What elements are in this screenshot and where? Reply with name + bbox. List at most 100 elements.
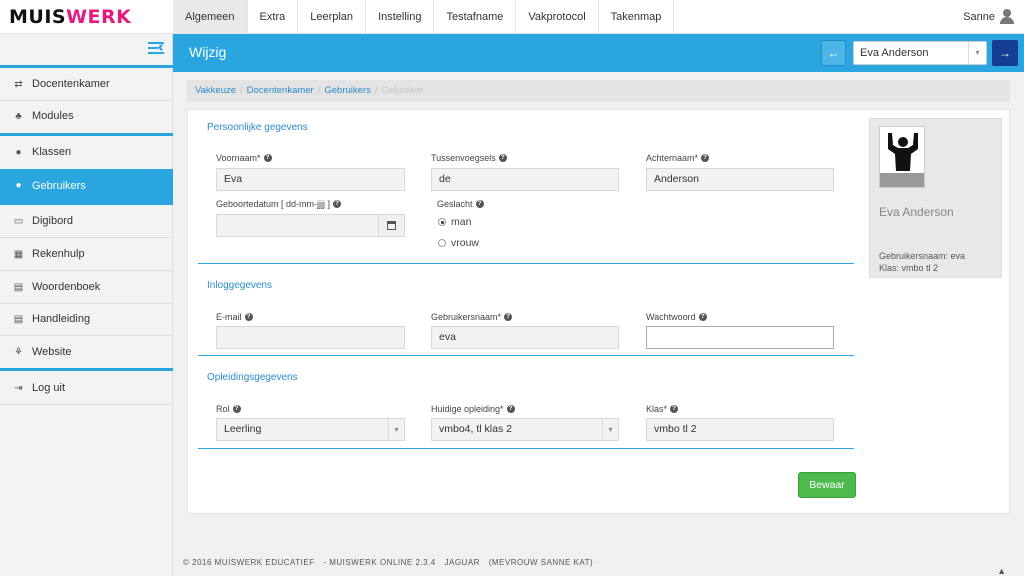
klas-field[interactable]: vmbo tl 2 <box>646 418 834 441</box>
sidebar-item-docentenkamer[interactable]: ⇄ Docentenkamer <box>0 68 173 100</box>
muiswerk-logo[interactable]: MUISWERK <box>9 6 131 28</box>
previous-user-button[interactable]: ← <box>821 40 846 66</box>
section-title-education: Opleidingsgegevens <box>207 372 298 383</box>
avatar <box>879 126 925 188</box>
logout-icon: ⇥ <box>14 382 23 394</box>
footer-release: JAGUAR <box>444 558 480 567</box>
transfer-icon: ⇄ <box>14 78 23 90</box>
user-select-value: Eva Anderson <box>860 47 929 59</box>
tab-leerplan[interactable]: Leerplan <box>298 0 367 34</box>
achternaam-label: Achternaam*? <box>646 153 710 163</box>
monitor-icon: ▭ <box>13 215 24 227</box>
tab-takenmap[interactable]: Takenmap <box>599 0 675 34</box>
rol-label: Rol? <box>216 404 241 414</box>
section-divider <box>198 263 854 264</box>
help-icon: ? <box>244 313 253 321</box>
profile-username: Gebruikersnaam: eva <box>879 251 966 261</box>
section-divider <box>198 448 854 449</box>
chevron-down-icon: ▾ <box>968 42 986 64</box>
breadcrumb-docentenkamer[interactable]: Docentenkamer <box>247 85 314 96</box>
radio-selected-icon <box>438 218 446 226</box>
footer-version: - MUISWERK ONLINE 2.3.4 <box>323 558 436 567</box>
tab-algemeen[interactable]: Algemeen <box>173 0 248 34</box>
sidebar-item-rekenhulp[interactable]: ▦ Rekenhulp <box>0 238 173 270</box>
sidebar-item-website[interactable]: ⚘ Website <box>0 336 173 368</box>
group-icon: ● <box>15 146 22 158</box>
wachtwoord-label: Wachtwoord? <box>646 312 707 322</box>
email-field[interactable] <box>216 326 405 349</box>
voornaam-field[interactable]: Eva <box>216 168 405 191</box>
achternaam-field[interactable]: Anderson <box>646 168 834 191</box>
sidebar-item-log-uit[interactable]: ⇥ Log uit <box>0 372 173 404</box>
user-name: Sanne <box>963 10 995 23</box>
geslacht-label: Geslacht? <box>437 199 484 209</box>
breadcrumb-gebruikers[interactable]: Gebruikers <box>324 85 370 96</box>
rol-select[interactable]: Leerling ▾ <box>216 418 405 441</box>
help-icon: ? <box>506 405 515 413</box>
user-icon: ● <box>15 180 22 191</box>
save-button[interactable]: Bewaar <box>798 472 856 498</box>
tussenvoegsels-field[interactable]: de <box>431 168 619 191</box>
footer-user: (MEVROUW SANNE KAT) <box>488 558 594 567</box>
top-navigation: Algemeen Extra Leerplan Instelling Testa… <box>173 0 675 34</box>
profile-card: Eva Anderson Gebruikersnaam: eva Klas: v… <box>869 118 1002 278</box>
top-bar: MUISWERK Algemeen Extra Leerplan Instell… <box>0 0 1024 34</box>
email-label: E-mail? <box>216 312 253 322</box>
user-icon <box>1000 9 1014 24</box>
section-divider <box>198 355 854 356</box>
help-icon: ? <box>504 313 513 321</box>
arrow-right-icon: → <box>999 46 1011 60</box>
klas-label: Klas*? <box>646 404 679 414</box>
book-icon: ▤ <box>13 281 24 293</box>
help-icon: ? <box>701 154 710 162</box>
tab-instelling[interactable]: Instelling <box>366 0 435 34</box>
tab-testafname[interactable]: Testafname <box>434 0 517 34</box>
sidebar-item-klassen[interactable]: ● Klassen <box>0 136 173 168</box>
bodybuilder-icon <box>880 127 924 187</box>
gebruikersnaam-label: Gebruikersnaam*? <box>431 312 513 322</box>
geboortedatum-field[interactable] <box>216 214 405 237</box>
radio-man[interactable]: man <box>438 216 471 228</box>
breadcrumb-vakkeuze[interactable]: Vakkeuze <box>195 85 236 96</box>
sitemap-icon: ⚘ <box>14 346 23 358</box>
sidebar-item-modules[interactable]: ♣ Modules <box>0 100 173 132</box>
sidebar-item-gebruikers[interactable]: ● Gebruikers <box>0 169 173 202</box>
arrow-left-icon: ← <box>827 46 840 60</box>
help-icon: ? <box>698 313 707 321</box>
section-title-personal: Persoonlijke gegevens <box>207 122 308 133</box>
next-user-button[interactable]: → <box>992 40 1018 66</box>
calendar-icon[interactable] <box>378 215 404 236</box>
sidebar-item-woordenboek[interactable]: ▤ Woordenboek <box>0 271 173 303</box>
radio-vrouw[interactable]: vrouw <box>438 237 479 249</box>
opleiding-label: Huidige opleiding*? <box>431 404 515 414</box>
sidebar-item-digibord[interactable]: ▭ Digibord <box>0 205 173 237</box>
user-select[interactable]: Eva Anderson ▾ <box>853 41 987 65</box>
help-icon: ? <box>333 200 342 208</box>
profile-name: Eva Anderson <box>879 205 954 219</box>
scroll-top-icon[interactable]: ▲ <box>997 566 1006 576</box>
puzzle-icon: ♣ <box>15 110 22 122</box>
calculator-icon: ▦ <box>13 248 24 260</box>
breadcrumb: Vakkeuze / Docentenkamer / Gebruikers / Gebrui… <box>187 80 1010 102</box>
tab-extra[interactable]: Extra <box>248 0 299 34</box>
section-title-login: Inloggegevens <box>207 280 273 291</box>
wachtwoord-field[interactable] <box>646 326 834 349</box>
sidebar-toggle-icon[interactable] <box>148 41 166 55</box>
help-icon: ? <box>498 154 507 162</box>
help-icon: ? <box>263 154 272 162</box>
manual-icon: ▤ <box>13 313 24 325</box>
profile-class: Klas: vmbo tl 2 <box>879 263 939 273</box>
help-icon: ? <box>232 405 241 413</box>
gebruikersnaam-field[interactable]: eva <box>431 326 619 349</box>
page-title: Wijzig <box>189 44 227 60</box>
sidebar-item-handleiding[interactable]: ▤ Handleiding <box>0 303 173 335</box>
opleiding-select[interactable]: vmbo4, tl klas 2 ▾ <box>431 418 619 441</box>
tab-vakprotocol[interactable]: Vakprotocol <box>516 0 599 34</box>
sidebar-divider <box>0 368 173 371</box>
footer: © 2016 MUISWERK EDUCATIEF - MUISWERK ONL… <box>183 558 599 567</box>
tussenvoegsels-label: Tussenvoegsels? <box>431 153 507 163</box>
user-menu[interactable]: Sanne <box>963 9 1014 24</box>
breadcrumb-current: Gebruiker <box>381 85 424 96</box>
sidebar: ⇄ Docentenkamer ♣ Modules ● Klassen ● Gebrui… <box>0 34 173 576</box>
help-icon: ? <box>475 200 484 208</box>
